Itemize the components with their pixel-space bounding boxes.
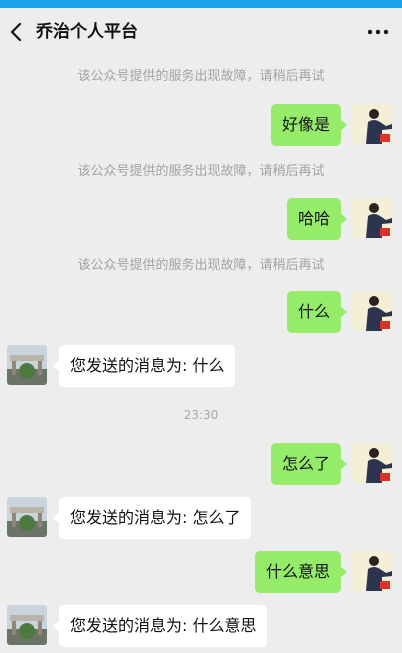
system-notice: 该公众号提供的服务出现故障，请稍后再试 bbox=[77, 69, 325, 84]
page-title: 乔治个人平台 bbox=[36, 22, 138, 42]
my-message-bubble[interactable]: 怎么了 bbox=[270, 443, 348, 485]
bot-message-bubble[interactable]: 您发送的消息为: 怎么了 bbox=[52, 497, 252, 539]
bot-avatar[interactable] bbox=[7, 345, 47, 385]
more-horizontal-icon[interactable] bbox=[364, 20, 392, 44]
my-avatar[interactable] bbox=[352, 104, 392, 144]
status-bar bbox=[0, 0, 402, 8]
bot-message-bubble[interactable]: 您发送的消息为: 什么意思 bbox=[52, 605, 268, 647]
chevron-left-icon[interactable] bbox=[6, 20, 28, 44]
my-message-bubble[interactable]: 哈哈 bbox=[286, 198, 348, 240]
bot-avatar[interactable] bbox=[7, 497, 47, 537]
navigation-bar: 乔治个人平台 bbox=[0, 8, 402, 56]
timestamp: 23:30 bbox=[183, 408, 219, 422]
my-message-bubble[interactable]: 好像是 bbox=[270, 104, 348, 146]
bot-avatar[interactable] bbox=[7, 605, 47, 645]
my-avatar[interactable] bbox=[352, 443, 392, 483]
system-notice: 该公众号提供的服务出现故障，请稍后再试 bbox=[77, 258, 325, 273]
my-avatar[interactable] bbox=[352, 291, 392, 331]
system-notice: 该公众号提供的服务出现故障，请稍后再试 bbox=[77, 164, 325, 179]
my-message-bubble[interactable]: 什么 bbox=[286, 291, 348, 333]
my-avatar[interactable] bbox=[352, 551, 392, 591]
bot-message-bubble[interactable]: 您发送的消息为: 什么 bbox=[52, 345, 236, 387]
my-message-bubble[interactable]: 什么意思 bbox=[254, 551, 348, 593]
my-avatar[interactable] bbox=[352, 198, 392, 238]
